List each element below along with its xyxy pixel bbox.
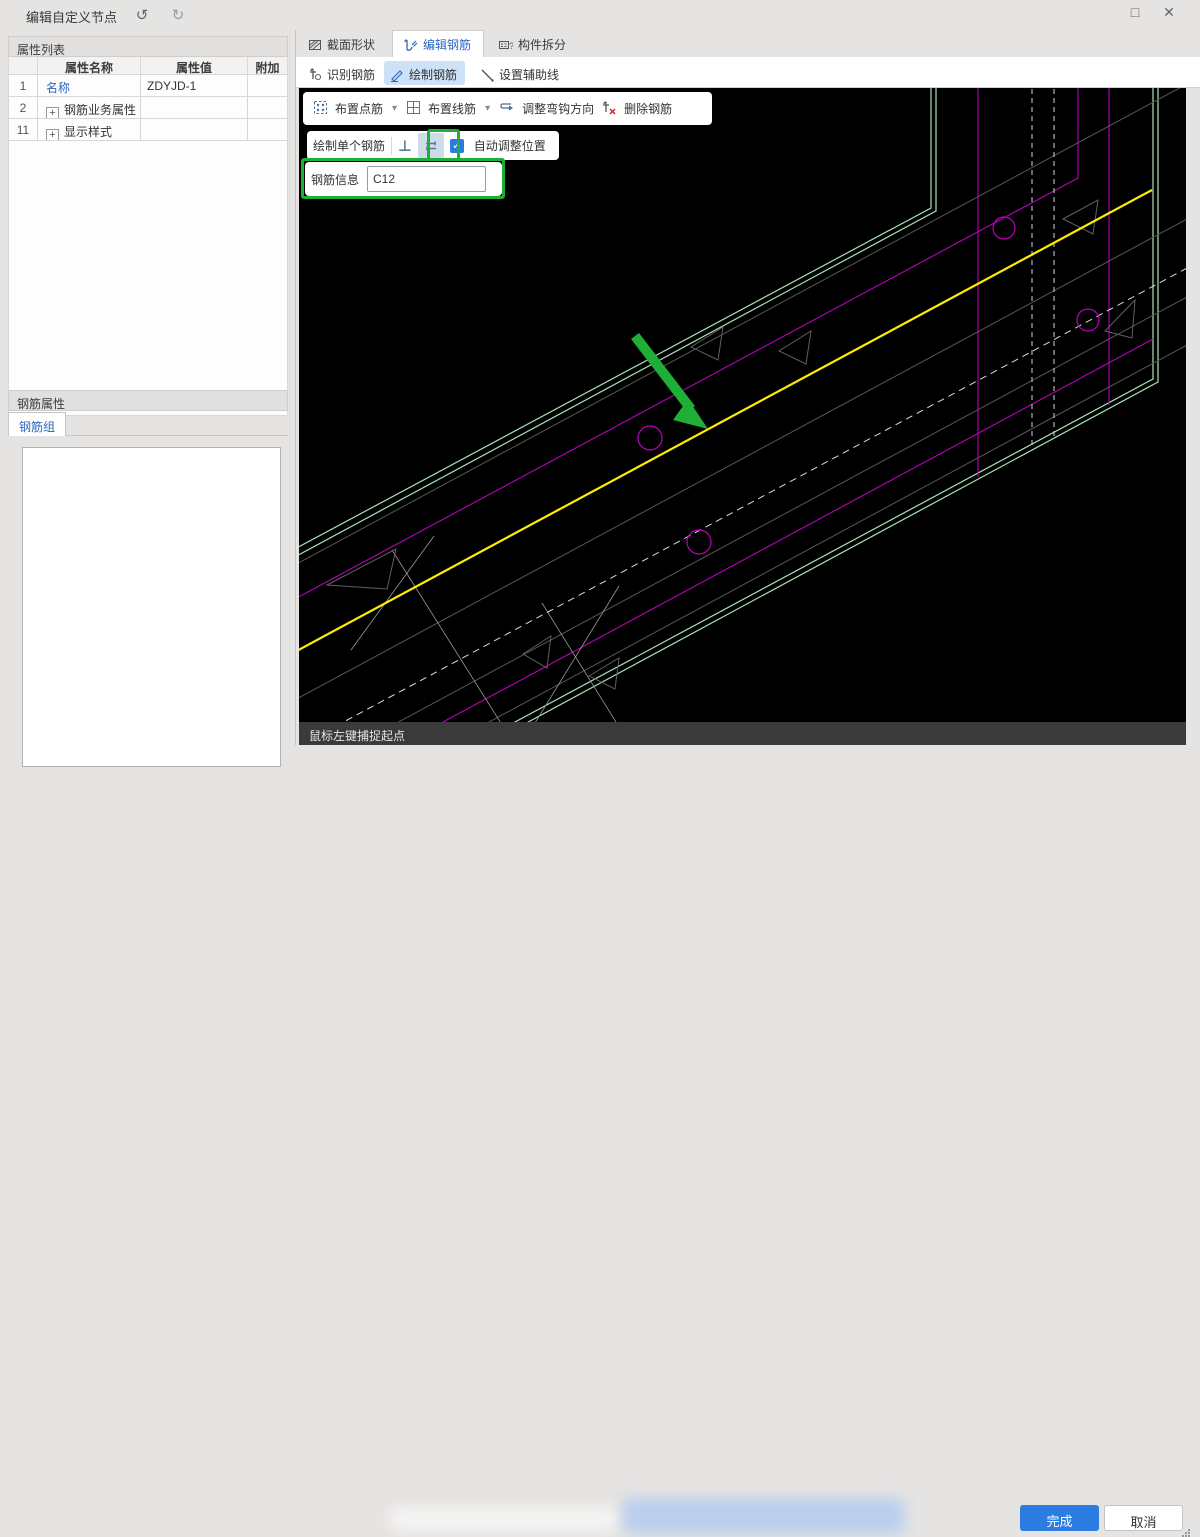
draw-rebar-icon — [390, 67, 405, 85]
rebar-info-input[interactable] — [367, 166, 486, 192]
table-row[interactable]: 11 +显示样式 — [9, 119, 287, 141]
adjust-hook-icon — [499, 100, 515, 117]
column-header-extra: 附加 — [247, 57, 287, 74]
set-guides-button[interactable]: 设置辅助线 — [474, 61, 567, 85]
row-value-cell[interactable]: ZDYJD-1 — [140, 75, 247, 96]
edit-rebar-icon — [403, 38, 418, 55]
direction-triangles — [327, 200, 1135, 689]
delete-rebar-icon — [601, 100, 617, 118]
rebar-properties-header: 钢筋属性 — [8, 390, 288, 411]
auto-adjust-label: 自动调整位置 — [474, 137, 546, 154]
table-header-row: 属性名称 属性值 附加 — [9, 57, 287, 75]
table-row[interactable]: 2 +钢筋业务属性 — [9, 97, 287, 119]
property-table: 属性名称 属性值 附加 1 名称 ZDYJD-1 2 +钢筋业务属性 11 +显… — [8, 57, 288, 416]
delete-rebar-button[interactable]: 删除钢筋 — [624, 100, 672, 117]
component-split-icon: ? — [498, 38, 513, 55]
close-button[interactable]: ✕ — [1154, 4, 1184, 26]
blurred-text-area — [390, 1507, 620, 1531]
place-line-rebar-button[interactable]: 布置线筋 — [428, 100, 476, 117]
adjust-hook-button[interactable]: 调整弯钩方向 — [522, 100, 594, 117]
redo-icon[interactable]: ↻ — [168, 6, 188, 24]
draw-rebar-button-selected[interactable]: 绘制钢筋 — [384, 61, 465, 85]
blurred-highlight-area — [622, 1498, 905, 1534]
separator — [391, 137, 392, 155]
perpendicular-mode-icon[interactable]: ⊥ — [398, 137, 412, 155]
window-title: 编辑自定义节点 — [26, 7, 117, 26]
place-point-rebar-button[interactable]: 布置点筋 — [335, 100, 383, 117]
left-panel: 属性列表 属性名称 属性值 附加 1 名称 ZDYJD-1 2 +钢筋业务属性 … — [0, 30, 296, 745]
place-line-rebar-icon — [406, 100, 421, 118]
place-point-caret-icon[interactable]: ▾ — [392, 103, 397, 114]
tab-section-shape[interactable]: 截面形状 — [298, 31, 387, 57]
table-row[interactable]: 1 名称 ZDYJD-1 — [9, 75, 287, 97]
column-header-value: 属性值 — [140, 57, 247, 74]
active-rebar-yellow-line[interactable] — [299, 190, 1152, 654]
guide-line-icon — [480, 67, 495, 85]
column-header-name: 属性名称 — [37, 57, 140, 74]
identify-rebar-icon — [308, 67, 323, 85]
row-extra-cell[interactable] — [247, 75, 287, 96]
status-bar: 鼠标左键捕捉起点 — [299, 722, 1186, 745]
maximize-button[interactable]: □ — [1120, 4, 1150, 26]
horizontal-rebar-icon — [423, 140, 439, 152]
slab-bottom-edge-lines — [502, 88, 1158, 722]
rebar-point-circles — [638, 217, 1099, 554]
rebar-info-row: 钢筋信息 — [305, 162, 502, 196]
row-name-link[interactable]: 名称 — [46, 81, 70, 95]
finish-button[interactable]: 完成 — [1020, 1505, 1099, 1531]
edit-custom-node-dialog: { "window": { "title": "编辑自定义节点" }, "ico… — [0, 0, 1200, 800]
rebar-group-list[interactable] — [22, 447, 281, 767]
place-point-rebar-icon — [313, 100, 328, 118]
expand-icon[interactable]: + — [46, 129, 59, 140]
section-shape-icon — [308, 38, 322, 55]
undo-icon[interactable]: ↺ — [132, 6, 152, 24]
dialog-footer: 完成 取消 — [0, 745, 1200, 800]
property-list-header: 属性列表 — [8, 36, 288, 57]
draw-single-rebar-button[interactable]: 绘制单个钢筋 — [313, 137, 385, 154]
tab-divider — [66, 435, 288, 436]
tab-component-split[interactable]: ? 构件拆分 — [488, 31, 578, 57]
resize-grip[interactable] — [1182, 1529, 1190, 1537]
cancel-button[interactable]: 取消 — [1104, 1505, 1183, 1531]
place-line-caret-icon[interactable]: ▾ — [485, 103, 490, 114]
svg-text:?: ? — [509, 41, 513, 51]
tab-rebar-group[interactable]: 钢筋组 — [8, 412, 66, 436]
tab-edit-rebar[interactable]: 编辑钢筋 — [392, 30, 484, 57]
auto-adjust-checkbox[interactable]: ✓ — [450, 139, 464, 153]
rebar-info-label: 钢筋信息 — [311, 171, 359, 188]
title-bar: 编辑自定义节点 ↺ ↻ □ ✕ — [0, 0, 1200, 30]
rebar-tools-toolbar: 布置点筋 ▾ 布置线筋 ▾ 调整弯钩方向 删除钢筋 — [303, 92, 712, 125]
expand-icon[interactable]: + — [46, 107, 59, 118]
identify-rebar-button[interactable]: 识别钢筋 — [302, 61, 383, 85]
draw-single-toolbar: 绘制单个钢筋 ⊥ ✓ 自动调整位置 — [307, 131, 559, 160]
horizontal-mode-button-selected[interactable] — [418, 133, 444, 158]
